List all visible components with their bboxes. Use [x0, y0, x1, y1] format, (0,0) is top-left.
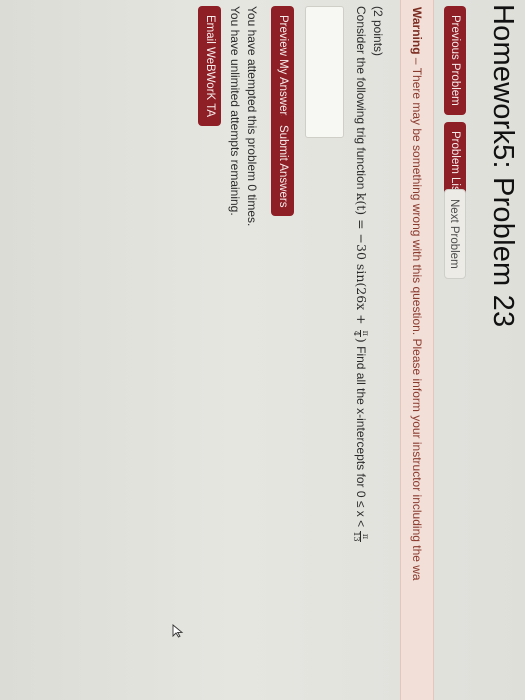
phase-numerator: π [359, 329, 370, 337]
screen-photo: Homework5: Problem 23 Previous Problem P… [0, 0, 525, 700]
previous-problem-button[interactable]: Previous Problem [444, 6, 466, 115]
webwork-page: Homework5: Problem 23 Previous Problem P… [0, 0, 525, 700]
warning-message: – There may be something wrong with this… [410, 54, 424, 581]
answer-input[interactable] [305, 6, 344, 138]
range-denominator: 13 [351, 531, 361, 542]
attempts-count-text: You have attempted this problem 0 times. [245, 6, 259, 227]
attempts-remaining-text: You have unlimited attempts remaining. [228, 6, 242, 216]
range-numerator: π [359, 531, 370, 542]
mouse-cursor-icon [172, 624, 184, 638]
problem-statement: Consider the following trig function k(t… [351, 6, 370, 543]
warning-banner: Warning – There may be something wrong w… [400, 0, 434, 700]
warning-label: Warning [410, 7, 424, 55]
preview-answers-button[interactable]: Preview My Answers [271, 6, 294, 131]
trig-function: k(t) = −30 sin(26x + [354, 192, 369, 329]
submit-answers-button[interactable]: Submit Answers [271, 116, 294, 217]
question-intro: Consider the following trig function [354, 6, 368, 193]
phase-denominator: 4 [351, 330, 361, 336]
next-problem-button[interactable]: Next Problem [444, 189, 466, 279]
problem-points: (2 points) [371, 6, 385, 57]
email-ta-button[interactable]: Email WeBWorK TA [198, 6, 221, 127]
range-fraction: π 13 [351, 531, 370, 542]
phase-fraction: π4 [351, 329, 370, 337]
page-title: Homework5: Problem 23 [487, 4, 519, 328]
question-range-text: Find all the x-intercepts for 0 ≤ x < [354, 342, 368, 531]
